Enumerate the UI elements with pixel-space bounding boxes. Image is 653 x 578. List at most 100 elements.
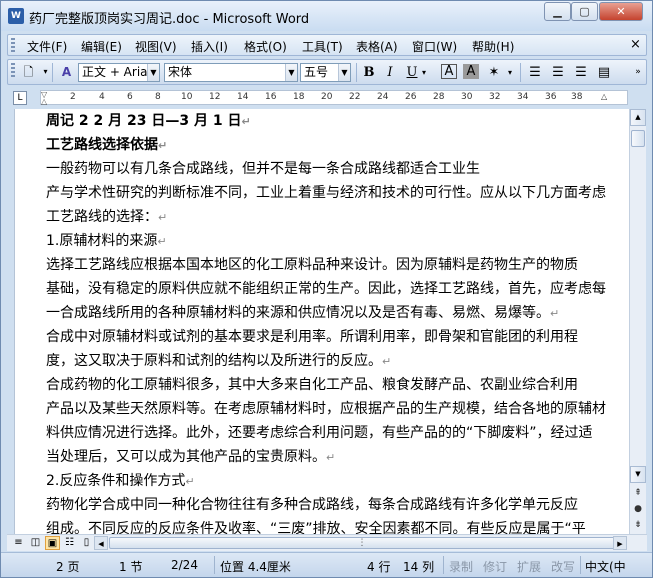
status-bar: 2 页 1 节 2/24 位置 4.4厘米 4 行 14 列 录制 修订 扩展 … <box>1 552 652 577</box>
align-center-icon[interactable]: ☰ <box>549 64 567 81</box>
toolbar-separator <box>356 63 357 82</box>
doc-line: 2.反应条件和操作方式↵ <box>46 473 195 489</box>
scroll-up-icon[interactable]: ▲ <box>630 109 646 126</box>
italic-button[interactable]: I <box>381 64 399 81</box>
vertical-scrollbar[interactable]: ▲ ▼ ⇞ ● ⇟ <box>629 109 646 534</box>
close-window-button[interactable]: ✕ <box>599 2 643 21</box>
font-combo[interactable]: 宋体 ▼ <box>164 63 298 82</box>
ruler-tick: 36 <box>545 92 557 102</box>
menu-edit[interactable]: 编辑(E) <box>81 38 122 55</box>
horizontal-scroll-thumb[interactable]: ⋮ <box>109 537 615 549</box>
highlight-dropdown-icon[interactable]: ▾ <box>505 64 515 81</box>
menu-file[interactable]: 文件(F) <box>27 38 67 55</box>
ruler-tick: 10 <box>181 92 193 102</box>
doc-line: 药物化学合成中同一种化合物往往有多种合成路线，每条合成路线有许多化学单元反应 <box>46 497 578 513</box>
minimize-button[interactable]: ▁ <box>544 2 571 21</box>
align-justify-icon[interactable]: ☰ <box>526 64 544 81</box>
print-layout-view-icon[interactable]: ▣ <box>45 536 60 550</box>
font-combo-value: 宋体 <box>168 65 193 79</box>
word-doc-icon: W <box>8 8 24 24</box>
doc-line: 工艺路线选择依据↵ <box>46 137 168 153</box>
status-separator <box>443 556 444 574</box>
status-overtype[interactable]: 改写 <box>551 558 575 575</box>
style-combo[interactable]: 正文 + Aria ▼ <box>78 63 160 82</box>
menu-window[interactable]: 窗口(W) <box>412 38 457 55</box>
font-size-value: 五号 <box>304 65 329 79</box>
status-section: 1 节 <box>119 560 143 574</box>
font-size-combo[interactable]: 五号 ▼ <box>300 63 351 82</box>
style-combo-value: 正文 + Aria <box>82 65 148 79</box>
ruler-tick: 24 <box>377 92 389 102</box>
highlight-icon[interactable]: ✶ <box>485 64 503 81</box>
status-record-macro[interactable]: 录制 <box>449 558 473 575</box>
align-right-icon[interactable]: ☰ <box>572 64 590 81</box>
toolbar-separator <box>520 63 521 82</box>
new-document-icon[interactable]: 🗋 <box>20 64 37 80</box>
ruler-tick: 32 <box>489 92 501 102</box>
window-title: 药厂完整版顶岗实习周记.doc - Microsoft Word <box>29 12 310 27</box>
right-indent-marker-icon[interactable]: △ <box>601 92 607 101</box>
doc-line: 周记 2 2 月 23 日—3 月 1 日↵ <box>46 113 251 129</box>
distributed-align-icon[interactable]: ▤ <box>595 64 613 81</box>
ruler-tick: 8 <box>155 92 161 102</box>
status-track-changes[interactable]: 修订 <box>483 558 507 575</box>
toolbar-grip-icon[interactable] <box>11 63 15 77</box>
web-layout-view-icon[interactable]: ◫ <box>28 536 43 550</box>
character-shading-icon[interactable]: A <box>463 64 479 79</box>
formatting-toolbar: 🗋 ▾ A 正文 + Aria ▼ 宋体 ▼ 五号 ▼ B I U ▾ A A … <box>7 59 647 85</box>
underline-dropdown-icon[interactable]: ▾ <box>419 64 429 81</box>
status-position: 位置 4.4厘米 <box>220 560 291 574</box>
toolbar-grip-icon[interactable] <box>11 38 15 52</box>
scroll-right-icon[interactable]: ▶ <box>613 536 627 550</box>
menu-view[interactable]: 视图(V) <box>135 38 177 55</box>
chevron-down-icon[interactable]: ▼ <box>338 64 350 81</box>
bold-button[interactable]: B <box>360 64 378 81</box>
status-language: 中文(中 <box>585 560 626 574</box>
status-page-of: 2/24 <box>171 558 198 572</box>
reading-layout-view-icon[interactable]: ▯ <box>79 536 94 550</box>
ruler-tick: 4 <box>99 92 105 102</box>
next-page-icon[interactable]: ⇟ <box>630 517 646 533</box>
chevron-down-icon[interactable]: ▼ <box>147 64 159 81</box>
menu-insert[interactable]: 插入(I) <box>191 38 228 55</box>
tab-selector-icon[interactable]: L <box>13 91 27 105</box>
normal-view-icon[interactable]: ≡ <box>11 536 26 550</box>
menu-bar: 文件(F) 编辑(E) 视图(V) 插入(I) 格式(O) 工具(T) 表格(A… <box>7 34 647 56</box>
ruler-tick: 30 <box>461 92 473 102</box>
select-browse-object-icon[interactable]: ● <box>630 501 646 517</box>
doc-line: 工艺路线的选择：↵ <box>46 209 168 225</box>
menu-format[interactable]: 格式(O) <box>244 38 287 55</box>
menu-tools[interactable]: 工具(T) <box>302 38 343 55</box>
maximize-button[interactable]: ▢ <box>571 2 598 21</box>
previous-page-icon[interactable]: ⇞ <box>630 485 646 501</box>
scroll-down-icon[interactable]: ▼ <box>630 466 646 483</box>
vertical-scroll-thumb[interactable] <box>631 130 645 147</box>
menu-table[interactable]: 表格(A) <box>356 38 398 55</box>
ruler-tick: 34 <box>517 92 529 102</box>
toolbar-separator <box>52 63 53 82</box>
ruler-tick: 12 <box>209 92 221 102</box>
status-extend-selection[interactable]: 扩展 <box>517 558 541 575</box>
doc-line: 合成中对原辅材料或试剂的基本要求是利用率。所谓利用率，即骨架和官能团的利用程 <box>46 329 578 345</box>
doc-line: 1.原辅材料的来源↵ <box>46 233 167 249</box>
character-border-icon[interactable]: A <box>441 64 457 79</box>
document-page[interactable]: 周记 2 2 月 23 日—3 月 1 日↵ 工艺路线选择依据↵ 一般药物可以有… <box>14 109 629 534</box>
ruler-row: L ▽ △ 2 4 6 8 10 12 14 16 18 20 22 24 26 … <box>1 88 652 107</box>
menu-help[interactable]: 帮助(H) <box>472 38 514 55</box>
ruler-tick: 18 <box>293 92 305 102</box>
ruler-tick: 14 <box>237 92 249 102</box>
horizontal-ruler[interactable]: ▽ △ 2 4 6 8 10 12 14 16 18 20 22 24 26 28… <box>40 90 628 106</box>
title-bar[interactable]: W 药厂完整版顶岗实习周记.doc - Microsoft Word ▁ ▢ ✕ <box>1 1 652 31</box>
ruler-tick: 16 <box>265 92 277 102</box>
doc-line: 料供应情况进行选择。此外，还要考虑综合利用问题，有些产品的的“下脚废料”，经过适 <box>46 425 593 441</box>
outline-view-icon[interactable]: ☷ <box>62 536 77 550</box>
chevron-down-icon[interactable]: ▼ <box>285 64 297 81</box>
doc-line: 基础，没有稳定的原料供应就不能组织正常的生产。因此，选择工艺路线，首先，应考虑每 <box>46 281 606 297</box>
indent-marker-icon[interactable]: ▽ △ <box>41 91 50 106</box>
ruler-tick: 20 <box>321 92 333 102</box>
styles-pane-icon[interactable]: A <box>58 64 75 80</box>
scroll-left-icon[interactable]: ◀ <box>94 536 108 550</box>
close-document-icon[interactable]: × <box>630 37 641 52</box>
toolbar-options-icon[interactable]: » <box>632 64 644 81</box>
status-line: 4 行 <box>367 560 391 574</box>
